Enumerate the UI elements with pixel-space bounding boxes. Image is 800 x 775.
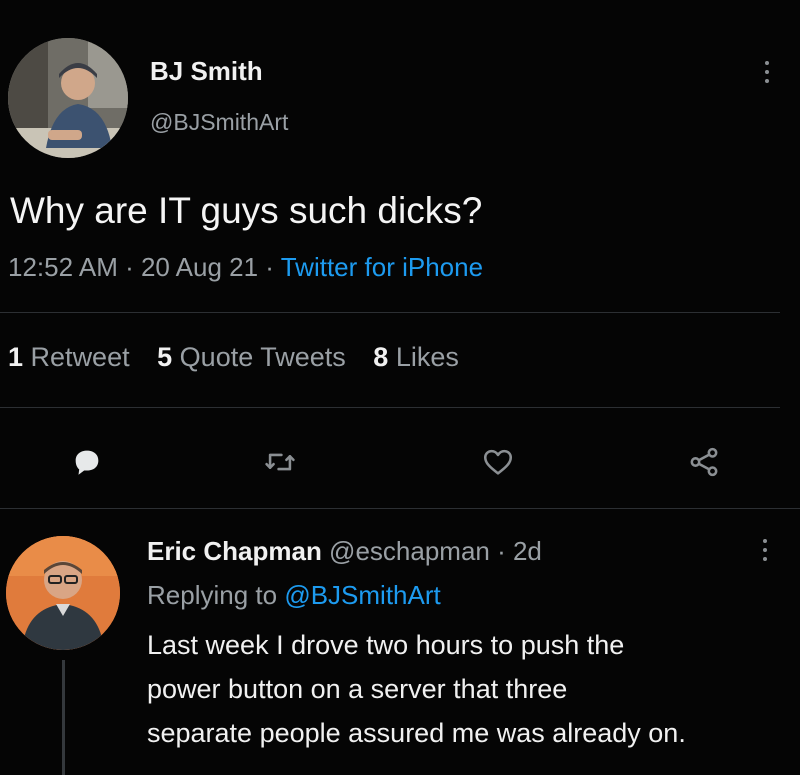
share-button[interactable] <box>680 438 728 486</box>
reply-text-line: separate people assured me was already o… <box>147 718 686 748</box>
more-options-icon[interactable] <box>757 52 777 92</box>
tweet-screen: BJ Smith @BJSmithArt Why are IT guys suc… <box>0 0 800 775</box>
author-name[interactable]: BJ Smith <box>150 56 263 87</box>
divider <box>0 407 780 408</box>
reply-more-options-icon[interactable] <box>755 530 775 570</box>
author-avatar[interactable] <box>8 38 128 158</box>
reply-author-name[interactable]: Eric Chapman <box>147 536 322 566</box>
tweet-meta: 12:52 AM · 20 Aug 21 · Twitter for iPhon… <box>8 252 483 283</box>
reply-text-line: power button on a server that three <box>147 674 568 704</box>
avatar-photo <box>6 536 120 650</box>
thread-line <box>62 660 65 775</box>
like-button[interactable] <box>474 438 522 486</box>
quote-tweet-count[interactable]: 5 Quote Tweets <box>157 342 346 372</box>
divider <box>0 312 780 313</box>
retweet-button[interactable] <box>256 438 304 486</box>
tweet-text: Why are IT guys such dicks? <box>10 190 483 231</box>
author-handle[interactable]: @BJSmithArt <box>150 109 288 136</box>
reply-author-handle[interactable]: @eschapman · 2d <box>322 536 542 566</box>
reply-header: Eric Chapman @eschapman · 2d <box>147 536 542 567</box>
reply-button[interactable] <box>63 438 111 486</box>
reply-text: Last week I drove two hours to push the … <box>147 623 787 755</box>
reply-author-avatar[interactable] <box>6 536 120 650</box>
reply-text-line: Last week I drove two hours to push the <box>147 630 625 660</box>
share-icon <box>690 447 718 477</box>
like-count[interactable]: 8 Likes <box>373 342 459 372</box>
tweet-timestamp[interactable]: 12:52 AM · 20 Aug 21 · <box>8 252 281 282</box>
replying-prefix: Replying to <box>147 580 285 610</box>
retweet-icon <box>265 453 295 471</box>
avatar-photo <box>8 38 128 158</box>
divider <box>0 508 800 509</box>
heart-icon <box>483 449 513 475</box>
retweet-count[interactable]: 1 Retweet <box>8 342 130 372</box>
tweet-source[interactable]: Twitter for iPhone <box>281 252 483 282</box>
tweet-stats: 1 Retweet 5 Quote Tweets 8 Likes <box>8 342 479 373</box>
reply-icon <box>75 450 99 475</box>
replying-to: Replying to @BJSmithArt <box>147 580 441 611</box>
replying-mention[interactable]: @BJSmithArt <box>284 580 440 610</box>
